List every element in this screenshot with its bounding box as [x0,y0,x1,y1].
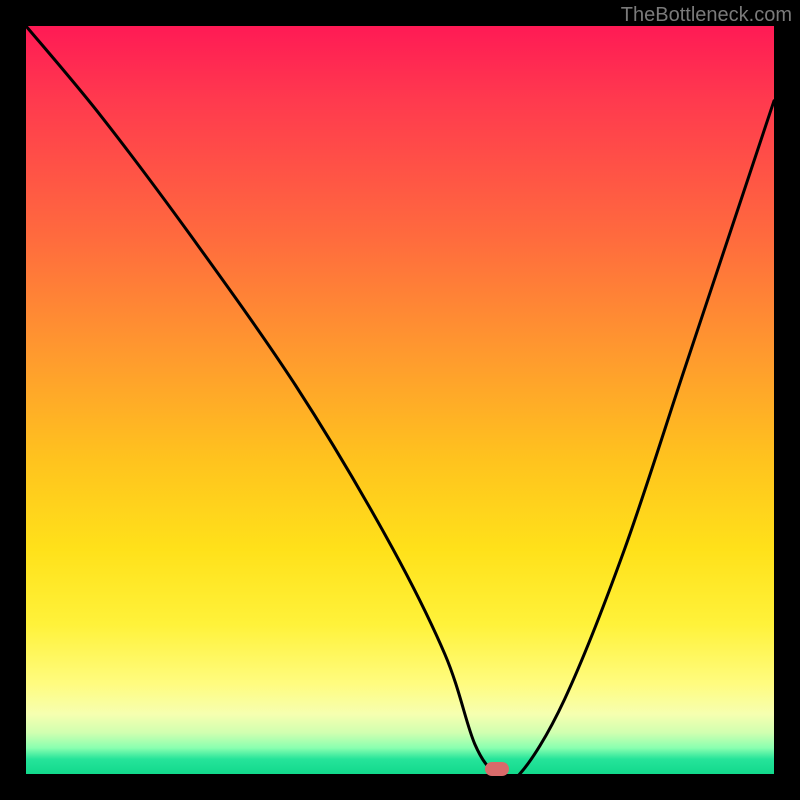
watermark-text: TheBottleneck.com [621,4,792,27]
plot-area [26,26,774,774]
bottleneck-curve [26,26,774,774]
chart-frame: TheBottleneck.com [0,0,800,800]
curve-path [26,26,774,774]
optimum-marker [485,762,509,776]
